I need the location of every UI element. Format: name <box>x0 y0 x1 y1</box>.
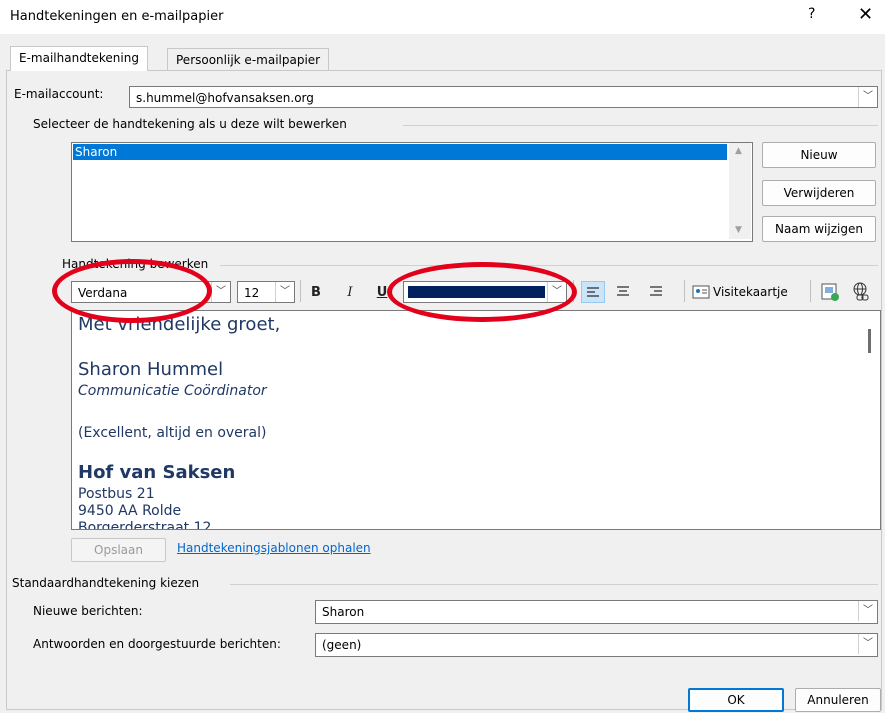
business-card-icon <box>692 285 710 299</box>
listbox-scrollbar[interactable]: ▲ ▼ <box>729 143 751 239</box>
delete-button[interactable]: Verwijderen <box>762 180 876 206</box>
font-size-value: 12 <box>244 286 260 300</box>
signature-editor[interactable]: Met vriendelijke groet, Sharon Hummel Co… <box>71 310 881 530</box>
align-center-button[interactable] <box>612 281 636 303</box>
list-item[interactable]: Sharon <box>73 144 727 160</box>
tab-email-signature[interactable]: E-mailhandtekening <box>10 46 148 71</box>
editor-scroll-thumb[interactable] <box>868 329 871 353</box>
select-group-label: Selecteer de handtekening als u deze wil… <box>33 117 347 131</box>
new-messages-combobox[interactable]: Sharon ﹀ <box>315 600 878 624</box>
new-messages-value: Sharon <box>322 605 365 619</box>
align-center-icon <box>617 286 629 296</box>
signature-motto: (Excellent, altijd en overal) <box>78 425 267 441</box>
rename-button[interactable]: Naam wijzigen <box>762 216 876 242</box>
defaults-group-label: Standaardhandtekening kiezen <box>12 576 200 590</box>
replies-value: (geen) <box>322 638 362 652</box>
italic-button[interactable]: I <box>342 285 358 300</box>
account-combobox[interactable]: s.hummel@hofvansaksen.org ﹀ <box>129 86 878 108</box>
signature-listbox[interactable]: Sharon ▲ ▼ <box>71 142 753 242</box>
annotation-circle <box>52 259 212 323</box>
scroll-up-icon[interactable]: ▲ <box>735 146 742 156</box>
toolbar-separator <box>684 280 685 302</box>
align-right-button[interactable] <box>645 281 669 303</box>
title-bar: Handtekeningen en e-mailpapier ? ✕ <box>0 0 885 34</box>
scroll-down-icon[interactable]: ▼ <box>735 225 742 235</box>
signature-org: Hof van Saksen <box>78 462 236 483</box>
group-divider <box>220 265 878 266</box>
replies-combobox[interactable]: (geen) ﹀ <box>315 633 878 657</box>
list-item-label: Sharon <box>75 145 118 159</box>
annotation-circle <box>387 262 577 322</box>
replies-label: Antwoorden en doorgestuurde berichten: <box>33 637 281 651</box>
signature-role: Communicatie Coördinator <box>78 383 267 399</box>
save-button[interactable]: Opslaan <box>71 538 166 562</box>
align-right-icon <box>650 286 662 296</box>
signature-address-line: Postbus 21 <box>78 486 155 502</box>
insert-picture-icon[interactable] <box>820 282 840 302</box>
chevron-down-icon: ﹀ <box>858 601 877 621</box>
ok-button[interactable]: OK <box>688 688 784 712</box>
editor-scrollbar[interactable] <box>861 311 879 527</box>
account-value: s.hummel@hofvansaksen.org <box>136 91 314 105</box>
help-button[interactable]: ? <box>808 6 815 22</box>
window-title: Handtekeningen en e-mailpapier <box>10 9 224 24</box>
align-left-icon <box>587 287 599 297</box>
chevron-down-icon: ﹀ <box>858 87 877 107</box>
business-card-button[interactable]: Visitekaartje <box>692 283 800 303</box>
signature-templates-link[interactable]: Handtekeningsjablonen ophalen <box>177 541 371 555</box>
group-divider <box>403 125 878 126</box>
chevron-down-icon: ﹀ <box>275 282 294 302</box>
align-left-button[interactable] <box>581 281 605 303</box>
font-size-combobox[interactable]: 12 ﹀ <box>237 281 295 303</box>
group-divider <box>230 584 878 585</box>
toolbar-separator <box>810 280 811 302</box>
tab-personal-stationery[interactable]: Persoonlijk e-mailpapier <box>167 48 330 71</box>
close-button[interactable]: ✕ <box>858 4 873 25</box>
chevron-down-icon: ﹀ <box>858 634 877 654</box>
account-label: E-mailaccount: <box>14 87 104 101</box>
hyperlink-icon[interactable] <box>851 282 873 302</box>
chevron-down-icon: ﹀ <box>211 282 230 302</box>
signature-address-line: Borgerderstraat 12 <box>78 520 212 530</box>
bold-button[interactable]: B <box>308 285 324 300</box>
new-button[interactable]: Nieuw <box>762 142 876 168</box>
toolbar-separator <box>300 280 301 302</box>
signature-name: Sharon Hummel <box>78 359 224 380</box>
business-card-label: Visitekaartje <box>713 285 788 299</box>
new-messages-label: Nieuwe berichten: <box>33 604 143 618</box>
signature-address-line: 9450 AA Rolde <box>78 503 182 519</box>
cancel-button[interactable]: Annuleren <box>795 688 881 712</box>
